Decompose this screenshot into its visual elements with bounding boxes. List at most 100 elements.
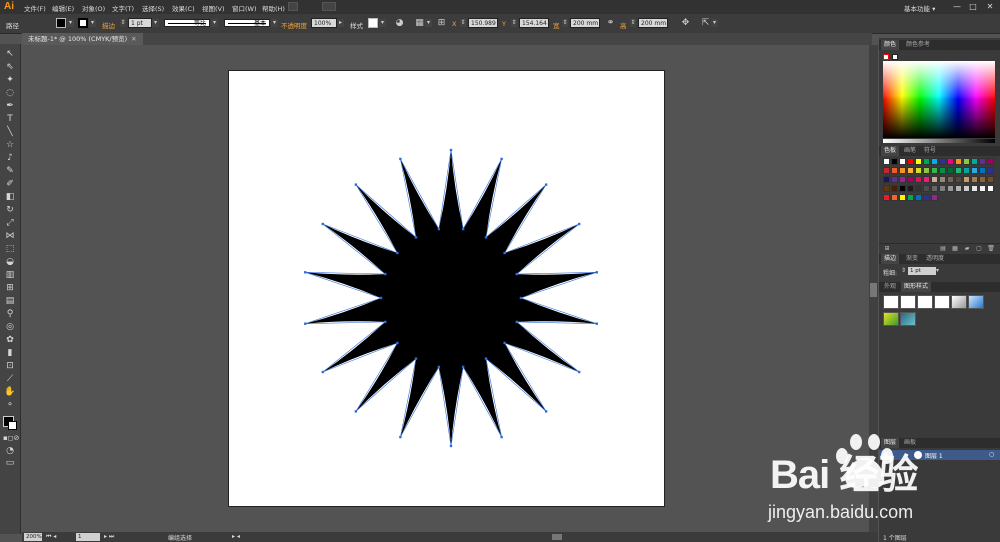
stepper-icon[interactable]: ⇕: [901, 267, 907, 275]
chevron-down-icon[interactable]: ▾: [67, 19, 74, 27]
anchor-point[interactable]: [399, 435, 402, 439]
gradient-tool-icon[interactable]: ▤: [3, 295, 17, 307]
anchor-point[interactable]: [399, 157, 402, 161]
swatch[interactable]: [883, 158, 890, 165]
anchor-point[interactable]: [354, 410, 358, 413]
menu-file[interactable]: 文件(F): [24, 3, 46, 13]
swatch[interactable]: [899, 194, 906, 201]
anchor-point[interactable]: [503, 251, 506, 255]
swatch[interactable]: [963, 185, 970, 192]
swatch[interactable]: [947, 185, 954, 192]
chevron-down-icon[interactable]: ▾: [271, 19, 278, 27]
anchor-point[interactable]: [437, 365, 441, 369]
maximize-button[interactable]: □: [966, 2, 980, 12]
stroke-weight-field[interactable]: 1 pt: [908, 267, 936, 275]
anchor-point[interactable]: [515, 320, 518, 324]
tab-brushes[interactable]: 画笔: [901, 146, 919, 156]
y-label[interactable]: Y: [502, 20, 506, 28]
anchor-point[interactable]: [461, 227, 465, 231]
swatch[interactable]: [963, 176, 970, 183]
selection-tool-icon[interactable]: ↖: [3, 48, 17, 60]
swatch[interactable]: [891, 158, 898, 165]
swatch-grid[interactable]: [883, 158, 995, 230]
swatch[interactable]: [971, 158, 978, 165]
chevron-down-icon[interactable]: ▾: [711, 19, 718, 27]
swatch[interactable]: [907, 194, 914, 201]
stepper-icon[interactable]: ⇕: [120, 19, 126, 27]
lasso-tool-icon[interactable]: ◌: [3, 87, 17, 99]
tab-symbols[interactable]: 符号: [921, 146, 939, 156]
stroke-label[interactable]: 描边: [102, 20, 115, 30]
stepper-icon[interactable]: ⇕: [460, 19, 466, 27]
chevron-down-icon[interactable]: ▾: [89, 19, 96, 27]
stepper-icon[interactable]: ⇕: [511, 19, 517, 27]
swatch-options-icon[interactable]: ▦: [951, 245, 959, 252]
anchor-point[interactable]: [577, 370, 581, 374]
zoom-field[interactable]: 200%: [24, 533, 42, 541]
star-tool-icon[interactable]: ☆: [3, 139, 17, 151]
swatch[interactable]: [939, 185, 946, 192]
anchor-point[interactable]: [414, 357, 418, 360]
anchor-point[interactable]: [503, 341, 506, 345]
swatch[interactable]: [931, 194, 938, 201]
menu-window[interactable]: 窗口(W): [232, 3, 257, 13]
swatch[interactable]: [947, 167, 954, 174]
menu-type[interactable]: 文字(T): [112, 3, 134, 13]
magic-wand-tool-icon[interactable]: ✦: [3, 74, 17, 86]
swatch[interactable]: [979, 158, 986, 165]
menu-help[interactable]: 帮助(H): [262, 3, 285, 13]
graphic-style-swatch[interactable]: [368, 18, 378, 28]
rotate-tool-icon[interactable]: ↻: [3, 204, 17, 216]
graphic-style-green[interactable]: [883, 312, 899, 326]
horizontal-scroll-thumb[interactable]: [552, 534, 562, 540]
workspace-switcher[interactable]: 基本功能 ▾: [904, 3, 935, 13]
artboard-tool-icon[interactable]: ⊡: [3, 360, 17, 372]
anchor-point[interactable]: [396, 251, 399, 255]
anchor-point[interactable]: [321, 222, 325, 226]
minimize-button[interactable]: —: [950, 2, 964, 12]
anchor-point[interactable]: [449, 444, 453, 448]
chevron-down-icon[interactable]: ▾: [379, 19, 386, 27]
vertical-scroll-thumb[interactable]: [870, 283, 877, 297]
swatch[interactable]: [891, 176, 898, 183]
swatch[interactable]: [907, 158, 914, 165]
scale-tool-icon[interactable]: ⤢: [3, 217, 17, 229]
next-artboard-icon[interactable]: ▸ ⏭: [104, 533, 114, 541]
graphic-style-blue[interactable]: [968, 295, 984, 309]
graphic-style-teal[interactable]: [900, 312, 916, 326]
swatch[interactable]: [883, 167, 890, 174]
swatch[interactable]: [915, 167, 922, 174]
recolor-artwork-icon[interactable]: ◕: [394, 18, 405, 29]
chevron-right-icon[interactable]: ▸: [337, 19, 344, 27]
swatch[interactable]: [979, 167, 986, 174]
menu-object[interactable]: 对象(O): [82, 3, 105, 13]
height-label[interactable]: 高: [620, 20, 627, 30]
anchor-point[interactable]: [577, 222, 581, 226]
first-artboard-icon[interactable]: ⏮ ◂: [46, 533, 56, 541]
star-artwork[interactable]: [229, 71, 666, 508]
swatch[interactable]: [899, 158, 906, 165]
anchor-point[interactable]: [304, 322, 307, 325]
isolate-icon[interactable]: ⇱: [700, 18, 711, 29]
symbol-sprayer-tool-icon[interactable]: ✿: [3, 334, 17, 346]
anchor-point[interactable]: [515, 272, 518, 276]
graphic-style-default[interactable]: [883, 295, 899, 309]
slice-tool-icon[interactable]: ⟋: [3, 373, 17, 385]
chevron-down-icon[interactable]: ▾: [211, 19, 218, 27]
pencil-tool-icon[interactable]: ✎: [3, 165, 17, 177]
height-field[interactable]: 200 mm: [638, 18, 668, 28]
swatch[interactable]: [923, 185, 930, 192]
menu-view[interactable]: 视图(V): [202, 3, 225, 13]
stroke-weight-field[interactable]: 1 pt: [128, 18, 152, 28]
width-field[interactable]: 200 mm: [570, 18, 600, 28]
document-tab[interactable]: 未标题-1* @ 100% (CMYK/预览) ✕: [22, 33, 143, 45]
swatch[interactable]: [931, 158, 938, 165]
star-shape[interactable]: [305, 150, 597, 446]
swatch[interactable]: [947, 158, 954, 165]
chevron-down-icon[interactable]: ▾: [152, 19, 159, 27]
canvas-area[interactable]: [22, 45, 868, 532]
anchor-point[interactable]: [595, 271, 598, 274]
stepper-icon[interactable]: ⇕: [562, 19, 568, 27]
arrange-documents-icon[interactable]: [322, 2, 336, 11]
swatch[interactable]: [971, 167, 978, 174]
